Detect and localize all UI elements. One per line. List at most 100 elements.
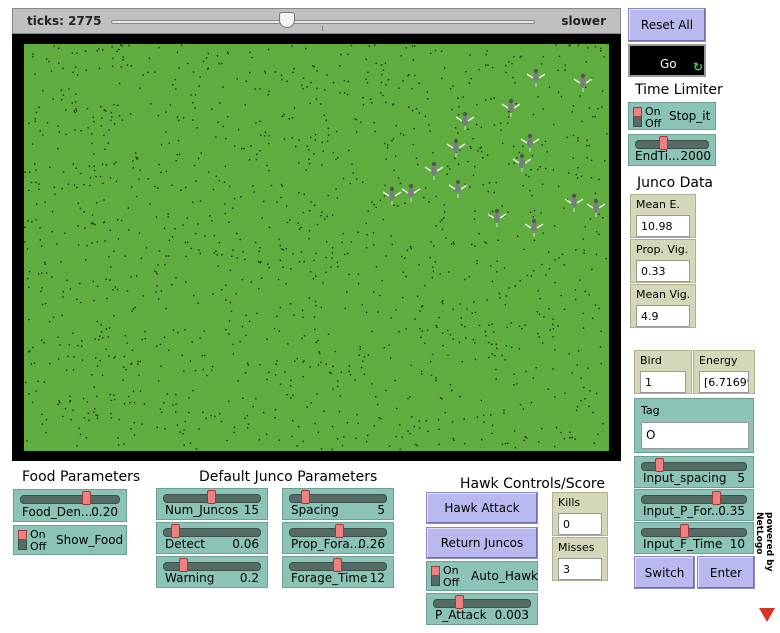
go-button[interactable]: Go ↻ <box>628 44 706 77</box>
detect-slider[interactable]: Detect 0.06 <box>156 522 268 554</box>
slider-thumb[interactable] <box>712 491 721 505</box>
food-speck <box>423 342 426 344</box>
food-speck <box>471 243 473 246</box>
slider-thumb[interactable] <box>171 524 180 538</box>
food-speck <box>485 53 487 56</box>
food-speck <box>594 115 596 118</box>
food-speck <box>202 60 204 63</box>
food-speck <box>280 196 282 199</box>
world-view[interactable] <box>12 34 621 461</box>
food-speck <box>407 430 409 432</box>
food-speck <box>98 67 101 69</box>
num-juncos-slider[interactable]: Num_Juncos 15 <box>156 488 268 520</box>
auto-hawk-switch[interactable]: On Off Auto_Hawk <box>426 561 538 591</box>
food-speck <box>513 384 515 386</box>
food-speck <box>513 162 515 164</box>
food-speck <box>279 259 281 261</box>
slider-thumb[interactable] <box>455 595 464 609</box>
food-density-slider[interactable]: Food_Den... 0.20 <box>13 489 127 522</box>
prop-forage-slider[interactable]: Prop_Fora... 0.26 <box>282 522 394 554</box>
switch-button[interactable]: Switch <box>634 556 695 589</box>
food-speck <box>57 148 59 150</box>
food-speck <box>28 270 31 273</box>
food-speck <box>198 249 200 251</box>
food-speck <box>532 216 534 218</box>
slider-thumb[interactable] <box>207 490 216 504</box>
food-speck <box>250 281 253 283</box>
food-speck <box>589 218 592 220</box>
food-speck <box>95 357 97 359</box>
endtime-slider[interactable]: EndTi... 2000 <box>628 134 716 166</box>
food-speck <box>337 380 339 382</box>
food-speck <box>26 440 28 442</box>
input-p-forage-slider[interactable]: Input_P_For... 0.35 <box>634 489 754 521</box>
food-speck <box>297 222 299 224</box>
food-speck <box>123 443 125 445</box>
food-speck <box>303 193 305 195</box>
food-speck <box>136 275 138 277</box>
slider-thumb[interactable] <box>333 558 342 572</box>
slider-track[interactable] <box>641 495 747 504</box>
food-speck <box>142 295 145 297</box>
forage-time-slider[interactable]: Forage_Time 12 <box>282 556 394 588</box>
food-speck <box>202 411 204 413</box>
input-f-time-slider[interactable]: Input_F_Time 10 <box>634 522 754 554</box>
tick-counter: ticks: 2775 <box>27 14 102 28</box>
food-speck <box>24 171 26 173</box>
food-speck <box>91 222 93 224</box>
auto-hawk-toggle[interactable] <box>431 566 440 586</box>
food-speck <box>199 337 201 339</box>
food-speck <box>212 188 215 191</box>
food-speck <box>27 220 29 222</box>
spacing-slider[interactable]: Spacing 5 <box>282 488 394 520</box>
reset-all-button[interactable]: Reset All <box>628 8 706 42</box>
food-speck <box>302 361 304 363</box>
food-speck <box>488 324 490 326</box>
food-speck <box>360 121 362 123</box>
food-speck <box>157 115 159 117</box>
show-food-switch[interactable]: On Off Show_Food <box>13 525 127 555</box>
food-speck <box>379 199 382 201</box>
food-speck <box>397 205 399 207</box>
p-attack-slider[interactable]: P_Attack 0.003 <box>426 593 538 625</box>
food-speck <box>331 252 334 254</box>
food-speck <box>102 182 104 185</box>
warning-slider[interactable]: Warning 0.2 <box>156 556 268 588</box>
speed-slider-thumb[interactable] <box>279 12 295 28</box>
food-speck <box>414 45 416 47</box>
slider-thumb[interactable] <box>179 558 188 572</box>
slider-thumb[interactable] <box>655 458 664 472</box>
slider-thumb[interactable] <box>680 524 689 538</box>
speed-slider-track[interactable] <box>111 20 535 24</box>
enter-button[interactable]: Enter <box>697 556 755 589</box>
slider-thumb[interactable] <box>82 491 91 505</box>
food-speck <box>268 266 270 269</box>
slider-track[interactable] <box>635 140 709 149</box>
food-speck <box>340 53 342 56</box>
show-food-toggle[interactable] <box>18 530 27 550</box>
stop-it-toggle[interactable] <box>633 107 642 127</box>
input-spacing-slider[interactable]: Input_spacing 5 <box>634 456 754 488</box>
slider-thumb[interactable] <box>301 490 310 504</box>
stop-it-switch[interactable]: On Off Stop_it <box>628 102 716 130</box>
hawk-attack-button[interactable]: Hawk Attack <box>426 492 538 524</box>
return-juncos-button[interactable]: Return Juncos <box>426 527 538 559</box>
food-speck <box>540 63 543 65</box>
netlogo-branding: powered by NetLogo <box>754 510 774 606</box>
slider-track[interactable] <box>641 528 747 537</box>
slider-thumb[interactable] <box>659 136 668 150</box>
food-speck <box>39 130 41 132</box>
slider-track[interactable] <box>433 599 531 608</box>
food-speck <box>598 307 600 310</box>
food-speck <box>442 344 444 347</box>
food-speck <box>582 327 585 329</box>
food-speck <box>583 252 585 254</box>
slider-thumb[interactable] <box>335 524 344 538</box>
food-speck <box>411 109 414 112</box>
food-speck <box>359 345 361 348</box>
slider-track[interactable] <box>163 562 261 571</box>
food-speck <box>514 285 516 287</box>
food-speck <box>457 163 460 166</box>
tag-input[interactable]: O <box>641 422 749 449</box>
slider-track[interactable] <box>20 495 120 504</box>
